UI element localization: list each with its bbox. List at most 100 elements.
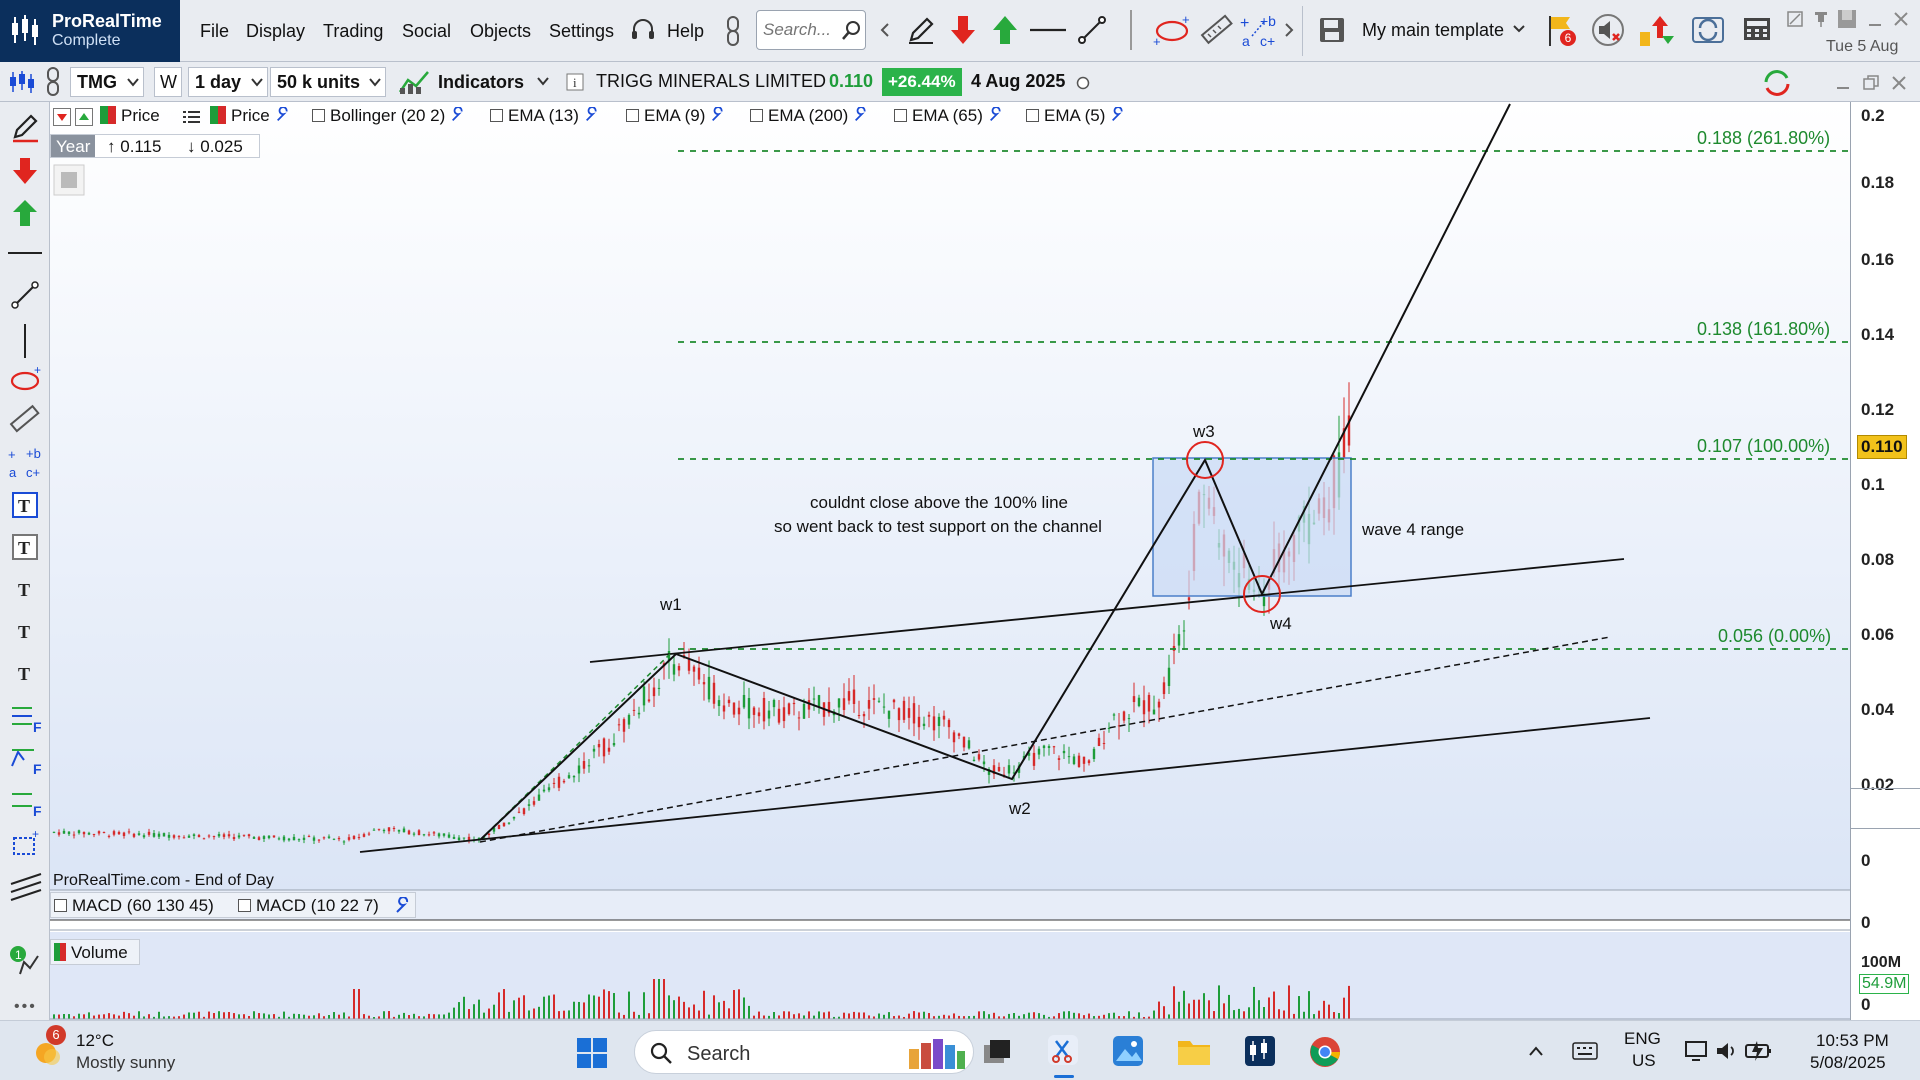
buy-arrow-tool-icon[interactable] [12,198,38,228]
rectangle-tool-icon[interactable]: + [8,828,44,860]
macd-indicator-2[interactable]: MACD (10 22 7) [238,896,379,916]
overlay-bollinger[interactable]: Bollinger (20 2) [312,106,466,132]
search-icon[interactable] [841,19,863,41]
chrome-icon[interactable] [1308,1035,1342,1069]
clock-date[interactable]: 5/08/2025 [1810,1053,1886,1073]
wrench-icon[interactable] [450,107,466,123]
pencil-icon[interactable] [905,14,937,46]
units-select[interactable]: 50 k units [270,67,386,97]
channel-tool-icon[interactable] [8,870,44,902]
volume-icon[interactable] [1714,1039,1740,1063]
chevron-right-icon[interactable] [1284,22,1294,38]
chevron-left-icon[interactable] [880,22,890,38]
overlay-ema-5[interactable]: EMA (5) [1026,106,1126,132]
link-icon[interactable] [722,15,744,47]
period-select[interactable]: 1 day [188,67,268,97]
overlay-ema-9[interactable]: EMA (9) [626,106,726,132]
ruler-tool-icon[interactable] [8,402,42,436]
indicators-button[interactable]: Indicators [396,66,530,98]
clock-time[interactable]: 10:53 PM [1816,1031,1889,1051]
restore-chart-icon[interactable] [1862,74,1880,92]
pencil-tool-icon[interactable] [10,112,42,144]
fibonacci-tool-icon[interactable]: + +b a c+ [6,444,44,480]
menu-help[interactable]: Help [667,21,704,42]
chart-area[interactable]: w1 w2 w3 w4 wave 4 range couldnt close a… [50,102,1850,1020]
trendline-icon[interactable] [1076,14,1108,46]
info-icon[interactable]: i [566,73,584,91]
file-explorer-icon[interactable] [1176,1035,1212,1067]
overlay-ema-65[interactable]: EMA (65) [894,106,1004,132]
ellipse-tool-icon[interactable]: ++ [1152,14,1192,48]
chevron-down-icon[interactable] [1512,24,1526,34]
keyboard-icon[interactable] [1572,1041,1598,1061]
overlay-ema-200[interactable]: EMA (200) [750,106,869,132]
photos-icon[interactable] [1112,1035,1144,1067]
input-region[interactable]: US [1632,1051,1656,1071]
sell-arrow-tool-icon[interactable] [12,156,38,186]
calendar-icon[interactable] [53,164,85,196]
search-input[interactable] [763,19,839,41]
ruler-icon[interactable] [1198,12,1234,48]
trendline-tool-icon[interactable] [10,280,40,310]
template-name[interactable]: My main template [1362,20,1504,41]
refresh-chart-icon[interactable] [1760,68,1794,98]
display-icon[interactable] [1684,1039,1710,1063]
fibonacci-tool-icon[interactable]: + +b a c+ [1238,10,1278,50]
pin-icon[interactable] [1812,10,1830,28]
taskbar-search[interactable]: Search [634,1030,974,1074]
vertical-line-tool[interactable] [24,324,26,358]
macd-indicator-1[interactable]: MACD (60 130 45) [54,896,214,916]
menu-social[interactable]: Social [402,21,451,42]
fib-extension-tool-icon[interactable]: F [8,744,44,778]
battery-icon[interactable] [1744,1039,1774,1063]
buy-arrow-icon[interactable] [992,14,1018,46]
notifications-icon[interactable]: 1 [8,944,44,980]
input-language[interactable]: ENG [1624,1029,1661,1049]
start-icon[interactable] [576,1037,608,1069]
price-axis[interactable]: 0.2 0.18 0.16 0.14 0.12 0.1 0.08 0.06 0.… [1850,102,1920,1020]
text-box-tool-icon[interactable]: T [12,492,38,518]
prorealtime-app-icon[interactable] [1244,1035,1276,1067]
horizontal-line-icon[interactable] [1028,14,1068,46]
calculator-icon[interactable] [1742,14,1772,44]
sell-arrow-icon[interactable] [950,14,976,46]
detach-icon[interactable] [1786,10,1804,28]
search-box[interactable] [756,10,866,50]
text-tool-icon[interactable]: T [12,576,38,602]
period-code-button[interactable]: W [154,67,182,97]
sound-muted-icon[interactable] [1590,12,1626,48]
save-icon[interactable] [1318,16,1346,44]
menu-file[interactable]: File [200,21,229,42]
menu-settings[interactable]: Settings [549,21,614,42]
collapse-up-icon[interactable] [75,108,93,126]
close-chart-icon[interactable] [1890,74,1908,92]
list-icon[interactable] [182,108,202,126]
market-movers-icon[interactable] [1638,12,1676,48]
menu-display[interactable]: Display [246,21,305,42]
overlay-price-2[interactable]: Price [210,106,291,132]
headset-icon[interactable] [630,17,656,43]
snipping-tool-icon[interactable] [1046,1033,1080,1069]
menu-trading[interactable]: Trading [323,21,383,42]
more-tools-icon[interactable]: ••• [14,998,37,1016]
wrench-icon[interactable] [584,107,600,123]
task-view-icon[interactable] [982,1037,1014,1067]
ellipse-tool-icon[interactable]: + [8,364,44,394]
menu-objects[interactable]: Objects [470,21,531,42]
wrench-icon[interactable] [988,107,1004,123]
wrench-icon[interactable] [394,897,412,915]
fib-retracement-tool-icon[interactable]: F [8,702,44,736]
weather-widget[interactable]: 6 [30,1025,66,1067]
price-chart[interactable] [50,102,1850,1020]
collapse-down-icon[interactable] [53,108,71,126]
text-frame-tool-icon[interactable]: T [12,534,38,560]
candlestick-icon[interactable] [8,70,36,94]
fib-fan-tool-icon[interactable]: F [8,786,44,820]
wrench-icon[interactable] [853,107,869,123]
overlay-ema-13[interactable]: EMA (13) [490,106,600,132]
sync-icon[interactable] [1690,12,1726,48]
wrench-icon[interactable] [1110,107,1126,123]
minimize-icon[interactable] [1866,10,1884,28]
text-small-tool-icon[interactable]: T [12,618,38,644]
wrench-icon[interactable] [275,107,291,123]
